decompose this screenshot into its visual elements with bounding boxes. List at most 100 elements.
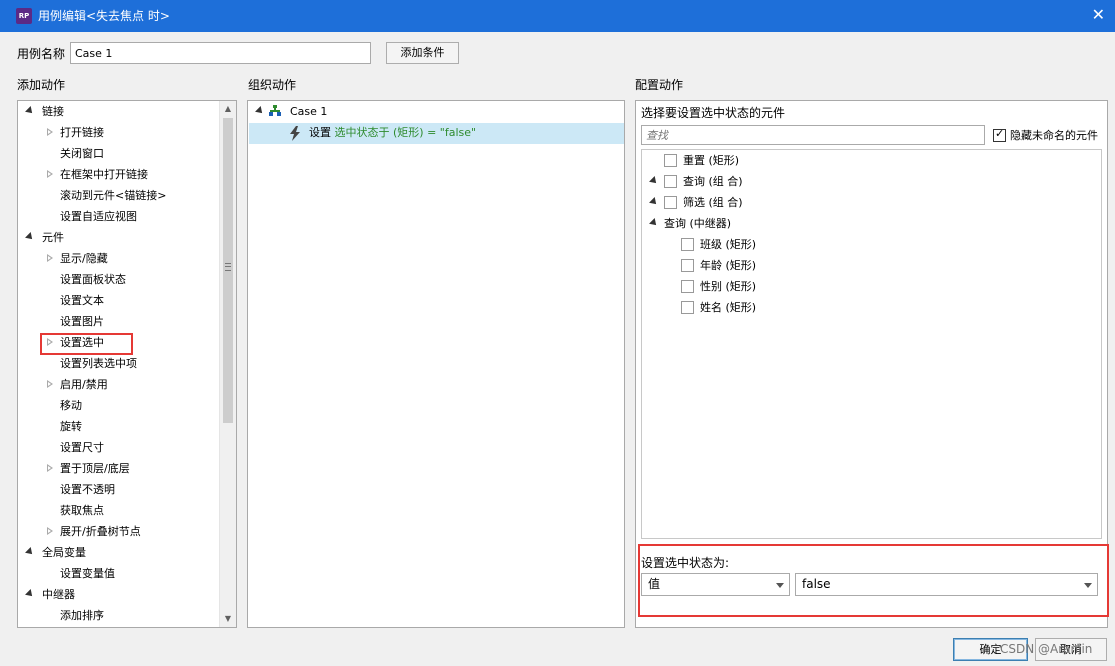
widget-tree-item[interactable]: 姓名 (矩形): [642, 297, 1092, 318]
select-widgets-subheader: 选择要设置选中状态的元件: [641, 106, 786, 120]
window-title: 用例编辑<失去焦点 时>: [38, 9, 170, 23]
actions-tree-item-label: 全局变量: [42, 546, 86, 559]
widget-tree-item-label: 重置 (矩形): [683, 154, 740, 167]
collapse-icon[interactable]: [649, 218, 659, 228]
collapse-icon[interactable]: [649, 176, 659, 186]
widget-tree-item[interactable]: 性别 (矩形): [642, 276, 1092, 297]
widget-tree-item-label: 查询 (组 合): [683, 175, 743, 188]
actions-tree-item-label: 链接: [42, 105, 64, 118]
case-name-input[interactable]: [70, 42, 371, 64]
collapse-icon[interactable]: [25, 106, 35, 116]
actions-tree-item[interactable]: 设置图片: [18, 311, 218, 332]
actions-tree-item[interactable]: 展开/折叠树节点: [18, 521, 218, 542]
scroll-up-icon[interactable]: ▲: [220, 101, 236, 117]
actions-tree-item-label: 显示/隐藏: [60, 252, 108, 265]
actions-tree-item-label: 设置尺寸: [60, 441, 104, 454]
case-tree-icon: [269, 105, 281, 116]
actions-tree-item[interactable]: 设置变量值: [18, 563, 218, 584]
close-icon[interactable]: ✕: [1092, 5, 1105, 25]
actions-tree-item[interactable]: 获取焦点: [18, 500, 218, 521]
widget-tree-item[interactable]: 班级 (矩形): [642, 234, 1092, 255]
actions-tree-item-label: 旋转: [60, 420, 82, 433]
expand-icon[interactable]: [47, 527, 53, 535]
actions-tree-item[interactable]: 启用/禁用: [18, 374, 218, 395]
actions-tree-item[interactable]: 链接: [18, 101, 218, 122]
widget-tree-item-label: 班级 (矩形): [700, 238, 757, 251]
actions-tree-item[interactable]: 旋转: [18, 416, 218, 437]
actions-tree-item-label: 元件: [42, 231, 64, 244]
axure-app-icon: RP: [16, 8, 32, 24]
lightning-icon: [290, 126, 300, 141]
actions-tree-item-label: 设置自适应视图: [60, 210, 137, 223]
actions-tree-item[interactable]: 滚动到元件<锚链接>: [18, 185, 218, 206]
actions-tree-item-label: 移动: [60, 399, 82, 412]
actions-tree-item[interactable]: 移动: [18, 395, 218, 416]
widget-tree-item[interactable]: 查询 (组 合): [642, 171, 1092, 192]
grip-icon: [225, 263, 231, 271]
actions-tree-item[interactable]: 置于顶层/底层: [18, 458, 218, 479]
actions-tree-item-label: 设置面板状态: [60, 273, 126, 286]
widget-search-input[interactable]: [641, 125, 985, 145]
actions-tree-item[interactable]: 全局变量: [18, 542, 218, 563]
widget-checkbox[interactable]: [664, 175, 677, 188]
add-actions-header: 添加动作: [17, 78, 66, 92]
widget-checkbox[interactable]: [664, 196, 677, 209]
expand-icon[interactable]: [47, 254, 53, 262]
collapse-icon[interactable]: [649, 197, 659, 207]
actions-tree-item-label: 在框架中打开链接: [60, 168, 148, 181]
actions-tree-item-label: 设置列表选中项: [60, 357, 137, 370]
expand-icon[interactable]: [47, 464, 53, 472]
actions-tree-item[interactable]: 设置文本: [18, 290, 218, 311]
config-actions-header: 配置动作: [635, 78, 684, 92]
widget-tree-item[interactable]: 筛选 (组 合): [642, 192, 1092, 213]
action-row-selected[interactable]: 设置 选中状态于 (矩形) = "false": [249, 123, 624, 144]
actions-tree-item[interactable]: 设置面板状态: [18, 269, 218, 290]
scroll-down-icon[interactable]: ▼: [220, 611, 236, 627]
actions-tree-item[interactable]: 设置列表选中项: [18, 353, 218, 374]
scroll-thumb[interactable]: [223, 118, 233, 423]
expand-icon[interactable]: [47, 128, 53, 136]
actions-scrollbar[interactable]: ▲ ▼: [219, 101, 236, 627]
actions-tree-item[interactable]: 关闭窗口: [18, 143, 218, 164]
widget-checkbox[interactable]: [664, 154, 677, 167]
actions-tree-item[interactable]: 元件: [18, 227, 218, 248]
actions-tree-item[interactable]: 设置尺寸: [18, 437, 218, 458]
actions-tree-item[interactable]: 打开链接: [18, 122, 218, 143]
organize-actions-header: 组织动作: [248, 78, 297, 92]
add-actions-panel: 链接打开链接关闭窗口在框架中打开链接滚动到元件<锚链接> 设置自适应视图元件显示/…: [17, 100, 237, 628]
widget-checkbox[interactable]: [681, 238, 694, 251]
actions-tree-item-label: 设置图片: [60, 315, 104, 328]
widget-checkbox[interactable]: [681, 259, 694, 272]
actions-tree-item-label: 滚动到元件<锚链接>: [60, 189, 167, 202]
hide-unnamed-checkbox[interactable]: [993, 127, 1006, 142]
actions-tree-item[interactable]: 设置不透明: [18, 479, 218, 500]
case-expand-icon[interactable]: [255, 106, 265, 116]
highlight-set-state: [638, 544, 1109, 617]
widget-tree-item-label: 年龄 (矩形): [700, 259, 757, 272]
widget-checkbox[interactable]: [681, 280, 694, 293]
widget-tree-item-label: 筛选 (组 合): [683, 196, 743, 209]
title-bar: RP 用例编辑<失去焦点 时> ✕: [0, 0, 1115, 32]
actions-tree-item[interactable]: 中继器: [18, 584, 218, 605]
collapse-icon[interactable]: [25, 589, 35, 599]
actions-tree-item-label: 展开/折叠树节点: [60, 525, 141, 538]
actions-tree-item-label: 获取焦点: [60, 504, 104, 517]
widget-tree-item[interactable]: 重置 (矩形): [642, 150, 1092, 171]
highlight-set-checked: [40, 333, 133, 355]
collapse-icon[interactable]: [25, 232, 35, 242]
expand-icon[interactable]: [47, 170, 53, 178]
add-condition-button[interactable]: 添加条件: [386, 42, 459, 64]
actions-tree-item[interactable]: 添加排序: [18, 605, 218, 626]
actions-tree-item[interactable]: 显示/隐藏: [18, 248, 218, 269]
expand-icon[interactable]: [47, 380, 53, 388]
actions-tree-item-label: 置于顶层/底层: [60, 462, 130, 475]
widget-tree-item[interactable]: 查询 (中继器): [642, 213, 1092, 234]
widget-tree-item[interactable]: 年龄 (矩形): [642, 255, 1092, 276]
collapse-icon[interactable]: [25, 547, 35, 557]
actions-tree-item-label: 打开链接: [60, 126, 104, 139]
widget-checkbox[interactable]: [681, 301, 694, 314]
actions-tree-item-label: 添加排序: [60, 609, 104, 622]
actions-tree-item[interactable]: 在框架中打开链接: [18, 164, 218, 185]
case-label[interactable]: Case 1: [290, 105, 327, 119]
actions-tree-item[interactable]: 设置自适应视图: [18, 206, 218, 227]
